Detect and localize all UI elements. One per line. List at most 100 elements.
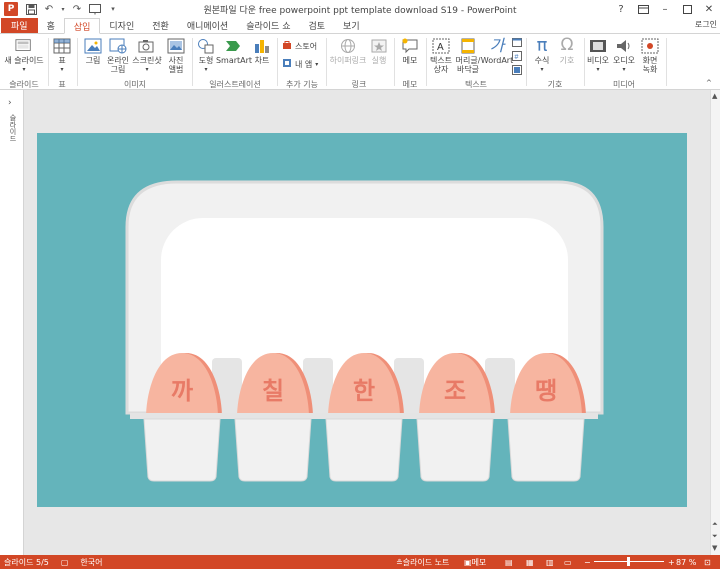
tab-design[interactable]: 디자인 — [100, 18, 143, 33]
comments-label: 메모 — [471, 557, 487, 567]
text-small-buttons: # — [512, 37, 522, 77]
language[interactable]: 한국어 — [80, 557, 102, 568]
audio-label: 오디오 — [612, 56, 636, 65]
new-slide-button[interactable]: 새 슬라이드 ▾ — [4, 37, 44, 74]
pi-icon: π — [536, 35, 548, 56]
smartart-icon — [225, 37, 243, 54]
comment-button[interactable]: 메모 — [398, 37, 422, 65]
store-icon — [282, 40, 292, 52]
tab-view[interactable]: 보기 — [334, 18, 369, 33]
tab-slide-show[interactable]: 슬라이드 쇼 — [237, 18, 299, 33]
wordart-button[interactable]: 가 WordArt — [480, 37, 514, 66]
wordart-label: WordArt — [480, 56, 514, 65]
comment-icon — [401, 37, 419, 54]
maximize-icon[interactable] — [676, 0, 698, 18]
collapse-ribbon-icon[interactable]: ^ — [706, 79, 712, 87]
tray-cup — [234, 418, 312, 482]
audio-dropdown-icon: ▾ — [622, 66, 626, 73]
group-separator — [277, 38, 278, 86]
chart-label: 차트 — [254, 56, 270, 65]
egg-label: 조 — [444, 377, 466, 405]
customize-qat-icon[interactable]: ▾ — [106, 2, 120, 16]
expand-thumbnails-icon[interactable]: › — [8, 98, 12, 108]
save-icon[interactable] — [24, 2, 38, 16]
action-button[interactable]: 실행 — [368, 37, 390, 65]
tray-cup — [143, 418, 221, 482]
shapes-button[interactable]: 도형 ▾ — [196, 37, 216, 74]
tab-insert[interactable]: 삽입 — [63, 18, 101, 34]
table-button[interactable]: 표 ▾ — [52, 37, 72, 74]
scroll-up-icon[interactable]: ▲ — [712, 92, 717, 100]
egg-label: 한 — [353, 377, 375, 405]
redo-icon[interactable]: ↷ — [70, 2, 84, 16]
my-apps-button[interactable]: 내 앱 ▾ — [282, 58, 318, 70]
start-from-beginning-icon[interactable] — [88, 2, 102, 16]
screen-recording-button[interactable]: 화면 녹화 — [638, 37, 662, 74]
zoom-in-icon[interactable]: + — [668, 558, 675, 567]
picture-button[interactable]: 그림 — [82, 37, 104, 65]
fit-to-window-icon[interactable]: ⊡ — [704, 558, 711, 567]
object-icon[interactable] — [512, 65, 522, 77]
ribbon-display-options-icon[interactable] — [632, 0, 654, 18]
smartart-button[interactable]: SmartArt — [215, 37, 253, 65]
picture-label: 그림 — [85, 56, 101, 65]
symbol-button[interactable]: Ω 기호 — [556, 37, 578, 66]
textbox-button[interactable]: A 텍스트 상자 — [428, 37, 454, 74]
slide-number-icon[interactable]: # — [512, 51, 522, 63]
tab-file[interactable]: 파일 — [1, 18, 38, 33]
group-separator — [77, 38, 78, 86]
svg-text:#: # — [515, 54, 519, 61]
zoom-slider[interactable] — [594, 557, 664, 566]
next-slide-icon[interactable]: ⏷ — [712, 532, 718, 541]
tab-transitions[interactable]: 전환 — [143, 18, 178, 33]
header-footer-button[interactable]: 머리글/ 바닥글 — [454, 37, 482, 74]
close-icon[interactable]: ✕ — [698, 0, 720, 18]
speaker-icon — [615, 37, 633, 54]
group-label-slides: 슬라이드 — [9, 80, 39, 89]
picture-icon — [84, 37, 102, 54]
undo-icon[interactable]: ↶ — [42, 2, 56, 16]
zoom-slider-thumb[interactable] — [626, 557, 630, 566]
comments-button[interactable]: ▣ 메모 — [464, 557, 486, 568]
group-separator — [192, 38, 193, 86]
notes-button[interactable]: ≗ 슬라이드 노트 — [396, 557, 449, 568]
reading-view-icon[interactable]: ▥ — [546, 558, 554, 567]
date-time-icon[interactable] — [512, 37, 522, 49]
photo-album-label: 사진 앨범 — [168, 56, 184, 74]
chart-button[interactable]: 차트 — [252, 37, 272, 65]
group-separator — [666, 38, 667, 86]
signin-link[interactable]: 로그인 — [695, 19, 717, 30]
online-picture-button[interactable]: 온라인 그림 — [106, 37, 130, 74]
carton-tray — [143, 418, 585, 482]
scroll-down-icon[interactable]: ▼ — [712, 544, 717, 552]
slide-sorter-icon[interactable]: ▦ — [526, 558, 534, 567]
proofing-icon[interactable]: ▢ — [61, 558, 69, 567]
hyperlink-button[interactable]: 하이퍼링크 — [328, 37, 368, 65]
previous-slide-icon[interactable]: ⏶ — [712, 520, 718, 529]
new-slide-dropdown-icon: ▾ — [22, 66, 26, 73]
slide-count[interactable]: 슬라이드 5/5 — [4, 557, 49, 568]
hyperlink-icon — [339, 37, 357, 54]
video-button[interactable]: 비디오 ▾ — [586, 37, 610, 74]
undo-dropdown-icon[interactable]: ▾ — [60, 2, 66, 16]
table-icon — [53, 37, 71, 54]
zoom-level[interactable]: 87 % — [676, 558, 696, 567]
photo-album-button[interactable]: 사진 앨범 — [164, 37, 188, 74]
slide-show-icon[interactable]: ▭ — [564, 558, 572, 567]
slide-canvas[interactable]: 까칠한조땡 — [37, 133, 687, 507]
minimize-icon[interactable]: – — [654, 0, 676, 18]
shapes-dropdown-icon: ▾ — [204, 66, 208, 73]
screenshot-button[interactable]: 스크린샷 ▾ — [131, 37, 163, 74]
zoom-out-icon[interactable]: − — [584, 558, 591, 567]
vertical-scrollbar[interactable]: ▲ ⏶ ⏷ ▼ — [710, 90, 720, 555]
normal-view-icon[interactable]: ▤ — [505, 558, 513, 567]
help-button[interactable]: ? — [610, 0, 632, 18]
audio-button[interactable]: 오디오 ▾ — [612, 37, 636, 74]
tab-review[interactable]: 검토 — [299, 18, 334, 33]
store-button[interactable]: 스토어 — [282, 40, 317, 52]
action-icon — [370, 37, 388, 54]
tab-animations[interactable]: 애니메이션 — [178, 18, 237, 33]
tab-home[interactable]: 홈 — [38, 18, 64, 33]
smartart-label: SmartArt — [215, 56, 253, 65]
equation-button[interactable]: π 수식 ▾ — [530, 37, 554, 74]
